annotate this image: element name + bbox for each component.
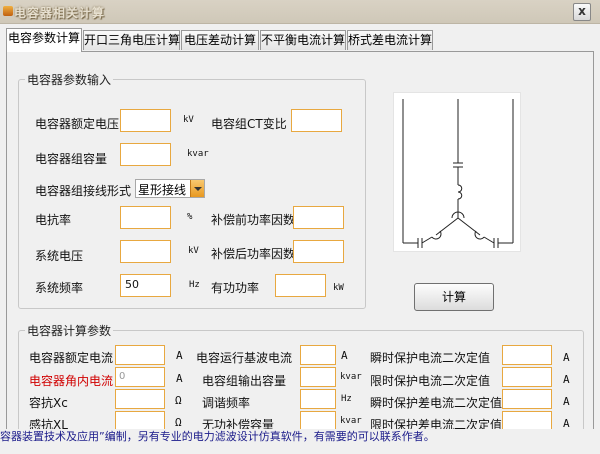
output-group-legend: 电容器计算参数 <box>27 324 112 338</box>
wiring-select-value: 星形接线 <box>138 183 187 197</box>
fundamental-current-unit: A <box>341 349 348 362</box>
system-voltage-unit: kV <box>188 246 199 256</box>
system-voltage-input[interactable] <box>120 240 171 263</box>
fundamental-current-label: 电容运行基波电流 <box>196 351 293 365</box>
rated-current-output <box>115 345 165 365</box>
pf-before-label: 补偿前功率因数 <box>211 213 296 227</box>
calculate-button[interactable]: 计算 <box>414 283 494 311</box>
reactance-rate-input[interactable] <box>120 206 171 229</box>
active-power-unit: kW <box>333 283 344 293</box>
tuning-unit: Hz <box>341 394 352 404</box>
xl-unit: Ω <box>175 416 182 429</box>
capacitor-diagram-svg <box>402 99 514 248</box>
frequency-unit: Hz <box>189 280 200 290</box>
rated-voltage-label: 电容器额定电压 <box>35 117 120 131</box>
xl-output <box>115 411 165 431</box>
instant-second-unit: A <box>563 351 570 364</box>
ct-ratio-label: 电容组CT变比 <box>211 117 287 131</box>
group-output-output <box>300 367 336 387</box>
active-power-input[interactable] <box>275 274 326 297</box>
instant-diff-unit: A <box>563 395 570 408</box>
wiring-select[interactable]: 星形接线 <box>135 179 205 198</box>
chevron-down-icon[interactable] <box>190 180 204 197</box>
fundamental-current-output <box>300 345 336 365</box>
capacity-unit: kvar <box>187 149 209 159</box>
wiring-label: 电容器组接线形式 <box>35 184 132 198</box>
client-area: 电容参数计算 开口三角电压计算 电压差动计算 不平衡电流计算 桥式差电流计算 电… <box>0 24 600 454</box>
rated-voltage-unit: kV <box>183 115 194 125</box>
status-bar: 容器装置技术及应用”编制，另有专业的电力滤波设计仿真软件，有需要的可以联系作者。 <box>0 429 600 454</box>
rated-current-label: 电容器额定电流 <box>29 351 114 365</box>
title-bar: 电容器相关计算 x <box>0 0 600 24</box>
tab-bridge-diff-current[interactable]: 桥式差电流计算 <box>347 30 433 50</box>
tuning-output <box>300 389 336 409</box>
tab-page-capacitor-params: 电容器参数输入 电容器额定电压 kV 电容组CT变比 电容器组容量 kvar 电… <box>6 51 594 437</box>
tab-capacitor-params[interactable]: 电容参数计算 <box>6 28 82 52</box>
xc-label: 容抗Xc <box>29 396 68 410</box>
window-title: 电容器相关计算 <box>14 6 106 20</box>
reactive-output <box>300 411 336 431</box>
instant-diff-label: 瞬时保护差电流二次定值 <box>370 396 503 410</box>
reactive-unit: kvar <box>340 416 362 426</box>
pf-after-input[interactable] <box>293 240 344 263</box>
active-power-label: 有功功率 <box>211 281 260 295</box>
tab-unbalance-current[interactable]: 不平衡电流计算 <box>260 30 346 50</box>
tab-voltage-differential[interactable]: 电压差动计算 <box>181 30 259 50</box>
frequency-label: 系统频率 <box>35 281 84 295</box>
capacity-label: 电容器组容量 <box>35 152 108 166</box>
ct-ratio-input[interactable] <box>291 109 342 132</box>
limit-second-unit: A <box>563 373 570 386</box>
pf-after-label: 补偿后功率因数 <box>211 247 296 261</box>
angle-current-output: 0 <box>115 367 165 387</box>
status-text: 容器装置技术及应用”编制，另有专业的电力滤波设计仿真软件，有需要的可以联系作者。 <box>0 430 435 443</box>
frequency-input[interactable]: 50 <box>120 274 171 297</box>
reactor-coil <box>457 184 463 200</box>
limit-second-output <box>502 367 552 387</box>
close-button[interactable]: x <box>573 3 591 21</box>
limit-diff-output <box>502 411 552 431</box>
angle-current-unit: A <box>176 372 183 385</box>
pf-before-input[interactable] <box>293 206 344 229</box>
tab-open-delta-voltage[interactable]: 开口三角电压计算 <box>83 30 180 50</box>
angle-current-label: 电容器角内电流 <box>29 374 114 388</box>
reactance-rate-unit: % <box>187 212 193 222</box>
xc-output <box>115 389 165 409</box>
system-voltage-label: 系统电压 <box>35 249 84 263</box>
tuning-label: 调谐频率 <box>202 396 251 410</box>
reactance-rate-label: 电抗率 <box>35 213 72 227</box>
app-icon <box>3 6 13 16</box>
group-output-unit: kvar <box>340 372 362 382</box>
xc-unit: Ω <box>175 394 182 407</box>
rated-voltage-input[interactable] <box>120 109 171 132</box>
capacity-input[interactable] <box>120 143 171 166</box>
star-connection-diagram <box>393 92 521 252</box>
instant-second-output <box>502 345 552 365</box>
group-output-label: 电容组输出容量 <box>202 374 287 388</box>
rated-current-unit: A <box>176 349 183 362</box>
limit-second-label: 限时保护电流二次定值 <box>370 374 491 388</box>
instant-diff-output <box>502 389 552 409</box>
instant-second-label: 瞬时保护电流二次定值 <box>370 351 491 365</box>
input-group-legend: 电容器参数输入 <box>27 73 112 87</box>
